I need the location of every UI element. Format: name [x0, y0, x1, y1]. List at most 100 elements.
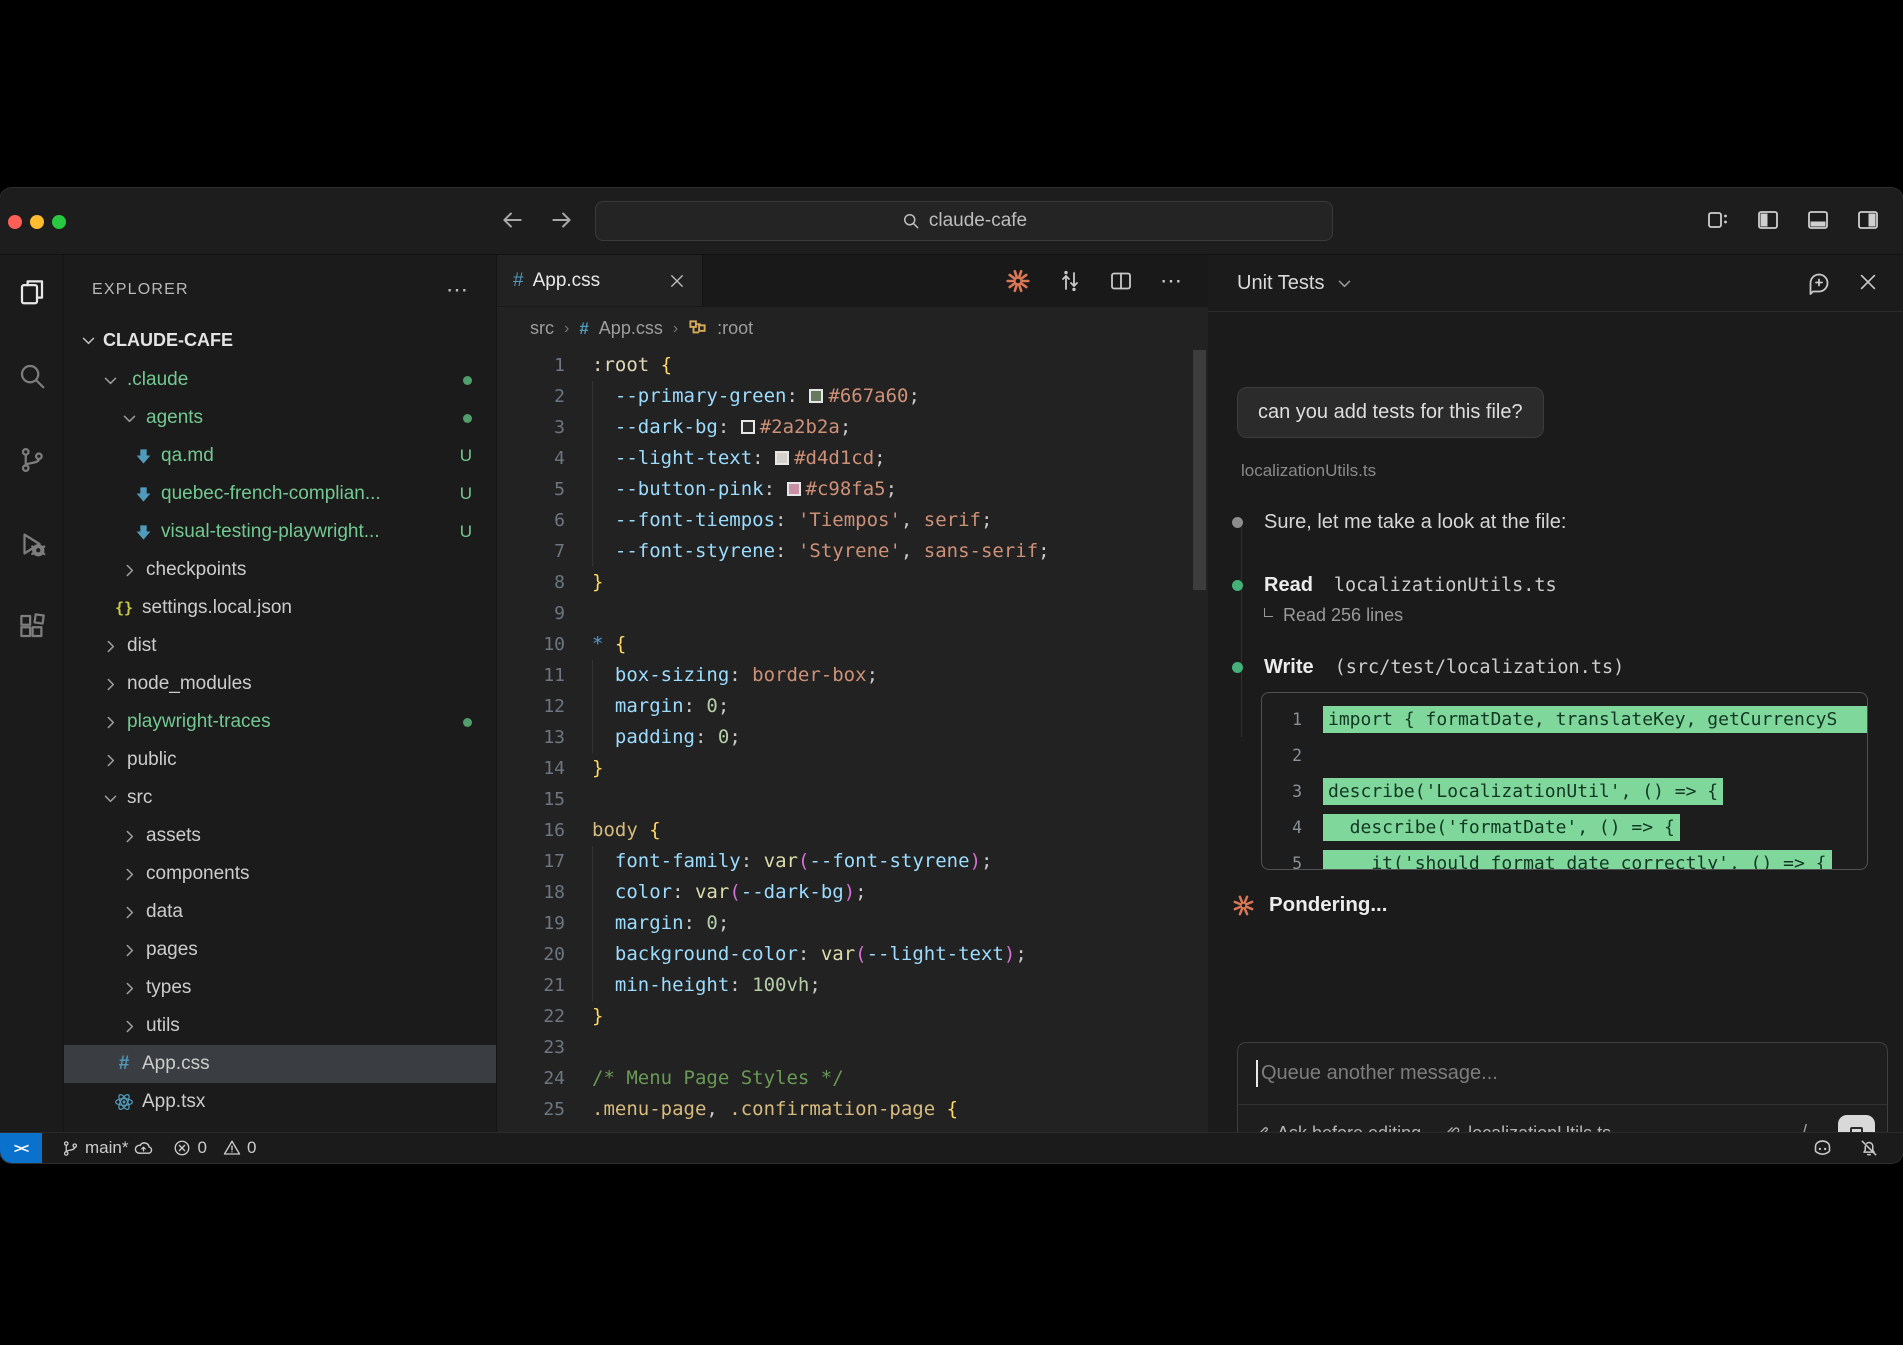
search-sidebar-icon[interactable] [0, 347, 64, 405]
text-cursor [1256, 1060, 1258, 1087]
editor-more-icon[interactable]: ⋯ [1160, 268, 1182, 294]
code-line-22[interactable]: 22} [497, 1001, 1208, 1032]
code-line-5[interactable]: 5 --button-pink: #c98fa5; [497, 474, 1208, 505]
toggle-secondary-sidebar-icon[interactable] [1855, 207, 1881, 233]
close-panel-icon[interactable] [1857, 271, 1879, 295]
color-swatch [787, 482, 801, 496]
code-line-25[interactable]: 25.menu-page, .confirmation-page { [497, 1094, 1208, 1125]
read-tool-row[interactable]: Read localizationUtils.ts [1232, 574, 1557, 597]
tab-close-icon[interactable] [668, 272, 686, 290]
code-editor[interactable]: 1:root {2 --primary-green: #667a60;3 --d… [497, 350, 1208, 1132]
code-line-8[interactable]: 8} [497, 567, 1208, 598]
json-icon: {} [112, 599, 136, 617]
explorer-more-icon[interactable]: ⋯ [446, 277, 470, 303]
tree-item-types[interactable]: types [64, 969, 496, 1007]
toggle-panel-icon[interactable] [1805, 207, 1831, 233]
forward-arrow-icon[interactable] [548, 206, 576, 234]
step-bullet-icon [1232, 517, 1243, 528]
extensions-icon[interactable] [0, 597, 64, 655]
code-line-3[interactable]: 3 --dark-bg: #2a2b2a; [497, 412, 1208, 443]
css-file-icon: # [513, 270, 524, 292]
chevron-right-icon [118, 904, 140, 921]
tree-item--claude[interactable]: .claude [64, 361, 496, 399]
code-line-19[interactable]: 19 margin: 0; [497, 908, 1208, 939]
chevron-down-icon [99, 790, 121, 807]
tree-item-playwright-traces[interactable]: playwright-traces [64, 703, 496, 741]
code-line-14[interactable]: 14} [497, 753, 1208, 784]
claude-code-icon[interactable] [1005, 268, 1031, 294]
tree-item-app-css[interactable]: #App.css [64, 1045, 496, 1083]
remote-indicator[interactable]: >< [0, 1133, 42, 1163]
code-line-18[interactable]: 18 color: var(--dark-bg); [497, 877, 1208, 908]
tree-item-app-tsx[interactable]: App.tsx [64, 1083, 496, 1121]
diff-preview-block[interactable]: 1import { formatDate, translateKey, getC… [1261, 692, 1868, 870]
explorer-title: EXPLORER [92, 281, 189, 299]
code-line-12[interactable]: 12 margin: 0; [497, 691, 1208, 722]
code-line-9[interactable]: 9 [497, 598, 1208, 629]
code-line-20[interactable]: 20 background-color: var(--light-text); [497, 939, 1208, 970]
code-line-6[interactable]: 6 --font-tiempos: 'Tiempos', serif; [497, 505, 1208, 536]
new-chat-icon[interactable] [1807, 271, 1831, 295]
git-status-badge: U [460, 484, 472, 504]
minimize-traffic-light[interactable] [30, 215, 44, 229]
tree-item-components[interactable]: components [64, 855, 496, 893]
code-line-17[interactable]: 17 font-family: var(--font-styrene); [497, 846, 1208, 877]
tree-item-node-modules[interactable]: node_modules [64, 665, 496, 703]
breadcrumb-separator: › [564, 320, 569, 338]
tree-item-public[interactable]: public [64, 741, 496, 779]
close-traffic-light[interactable] [8, 215, 22, 229]
tree-item-qa-md[interactable]: qa.mdU [64, 437, 496, 475]
tree-item-utils[interactable]: utils [64, 1007, 496, 1045]
code-line-24[interactable]: 24/* Menu Page Styles */ [497, 1063, 1208, 1094]
diff-line-2: 2 [1262, 737, 1867, 773]
tree-root-claude-cafe[interactable]: CLAUDE-CAFE [64, 321, 496, 359]
copilot-icon[interactable] [1812, 1138, 1833, 1159]
markdown-icon [131, 485, 155, 504]
tree-item-settings-local-json[interactable]: {}settings.local.json [64, 589, 496, 627]
explorer-icon[interactable] [0, 263, 64, 321]
tree-item-visual-testing-playwright-[interactable]: visual-testing-playwright...U [64, 513, 496, 551]
tree-item-pages[interactable]: pages [64, 931, 496, 969]
problems-item[interactable]: 0 0 [173, 1138, 256, 1158]
notifications-muted-icon[interactable] [1859, 1138, 1879, 1159]
tab-app-css[interactable]: # App.css [497, 255, 703, 306]
command-center-search[interactable]: claude-cafe [595, 201, 1333, 241]
claude-spinner-icon [1232, 894, 1255, 917]
tree-item-checkpoints[interactable]: checkpoints [64, 551, 496, 589]
markdown-icon [131, 447, 155, 466]
code-line-1[interactable]: 1:root { [497, 350, 1208, 381]
back-arrow-icon[interactable] [498, 206, 526, 234]
code-line-16[interactable]: 16body { [497, 815, 1208, 846]
code-line-11[interactable]: 11 box-sizing: border-box; [497, 660, 1208, 691]
tree-item-assets[interactable]: assets [64, 817, 496, 855]
open-changes-icon[interactable] [1058, 269, 1082, 293]
maximize-traffic-light[interactable] [52, 215, 66, 229]
git-branch-item[interactable]: main* [62, 1138, 153, 1158]
code-line-15[interactable]: 15 [497, 784, 1208, 815]
code-line-23[interactable]: 23 [497, 1032, 1208, 1063]
tree-item-dist[interactable]: dist [64, 627, 496, 665]
code-line-10[interactable]: 10* { [497, 629, 1208, 660]
toggle-primary-sidebar-icon[interactable] [1755, 207, 1781, 233]
code-line-4[interactable]: 4 --light-text: #d4d1cd; [497, 443, 1208, 474]
split-editor-icon[interactable] [1109, 269, 1133, 293]
thinking-status-row: Pondering... [1232, 893, 1387, 917]
tree-item-data[interactable]: data [64, 893, 496, 931]
tree-item-agents[interactable]: agents [64, 399, 496, 437]
breadcrumb[interactable]: src › # App.css › :root [497, 307, 1208, 350]
tree-item-src[interactable]: src [64, 779, 496, 817]
code-line-13[interactable]: 13 padding: 0; [497, 722, 1208, 753]
tree-item-quebec-french-complian-[interactable]: quebec-french-complian...U [64, 475, 496, 513]
chat-input-field[interactable]: Queue another message... [1238, 1043, 1887, 1105]
code-line-7[interactable]: 7 --font-styrene: 'Styrene', sans-serif; [497, 536, 1208, 567]
code-line-2[interactable]: 2 --primary-green: #667a60; [497, 381, 1208, 412]
code-line-21[interactable]: 21 min-height: 100vh; [497, 970, 1208, 1001]
publish-changes-icon [134, 1139, 153, 1158]
run-debug-icon[interactable] [0, 515, 64, 573]
chevron-down-icon [80, 332, 97, 349]
customize-layout-icon[interactable] [1705, 207, 1731, 233]
screenshot-stage: claude-cafe EXPLORER ⋯ [0, 0, 1903, 1345]
source-control-icon[interactable] [0, 431, 64, 489]
write-tool-row[interactable]: Write (src/test/localization.ts) [1232, 656, 1624, 679]
chevron-down-icon[interactable] [1336, 275, 1353, 292]
